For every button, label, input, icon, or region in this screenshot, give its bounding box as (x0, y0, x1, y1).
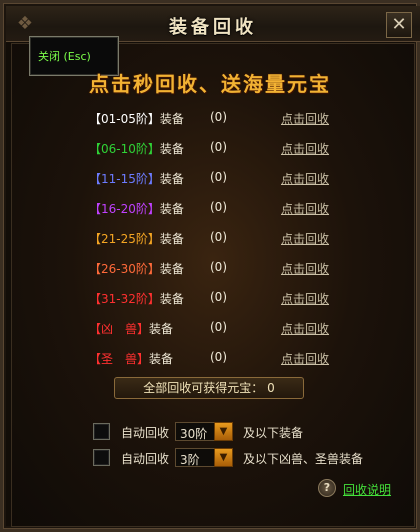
recycle-link[interactable]: 点击回收 (281, 290, 329, 307)
equipment-category: 【26-30阶】装备 (89, 260, 184, 277)
equipment-category: 【31-32阶】装备 (89, 290, 184, 307)
chevron-down-icon[interactable]: ▼ (214, 448, 233, 467)
equipment-row: 【31-32阶】装备 (0) 点击回收 (0, 288, 420, 308)
equipment-category: 【21-25阶】装备 (89, 230, 184, 247)
tier-label: 装备 (159, 202, 184, 216)
tier-range: 【16-20阶】 (89, 202, 160, 216)
recycle-link[interactable]: 点击回收 (281, 320, 329, 337)
equipment-row: 【21-25阶】装备 (0) 点击回收 (0, 228, 420, 248)
tier-range: 【凶 兽】 (89, 322, 150, 336)
tier-range: 【21-25阶】 (89, 232, 160, 246)
tier-label: 装备 (149, 352, 174, 366)
equipment-count: (0) (210, 350, 227, 364)
equipment-row: 【06-10阶】装备 (0) 点击回收 (0, 138, 420, 158)
tier-range: 【06-10阶】 (89, 142, 160, 156)
tier-range: 【11-15阶】 (89, 172, 160, 186)
total-value: 0 (267, 381, 275, 395)
promo-banner: 点击秒回收、送海量元宝 (89, 72, 331, 96)
equipment-count: (0) (210, 110, 227, 124)
auto-recycle-label-2: 自动回收 (121, 452, 170, 466)
recycle-link[interactable]: 点击回收 (281, 350, 329, 367)
equipment-count: (0) (210, 170, 227, 184)
total-yuanbao-bar: 全部回收可获得元宝： 0 (114, 377, 304, 399)
equipment-count: (0) (210, 200, 227, 214)
equipment-count: (0) (210, 320, 227, 334)
equipment-row: 【圣 兽】装备 (0) 点击回收 (0, 348, 420, 368)
equipment-count: (0) (210, 290, 227, 304)
equipment-row: 【26-30阶】装备 (0) 点击回收 (0, 258, 420, 278)
tier-range: 【01-05阶】 (89, 112, 160, 126)
equipment-row: 【凶 兽】装备 (0) 点击回收 (0, 318, 420, 338)
equipment-count: (0) (210, 230, 227, 244)
auto-recycle-level-select-2[interactable]: 3阶 ▼ (175, 448, 233, 467)
recycle-link[interactable]: 点击回收 (281, 110, 329, 127)
equipment-count: (0) (210, 140, 227, 154)
equipment-category: 【凶 兽】装备 (89, 320, 173, 337)
tier-range: 【26-30阶】 (89, 262, 160, 276)
recycle-link[interactable]: 点击回收 (281, 140, 329, 157)
tier-label: 装备 (159, 112, 184, 126)
auto-recycle-label-1: 自动回收 (121, 426, 170, 440)
equipment-category: 【16-20阶】装备 (89, 200, 184, 217)
auto-recycle-level-select-1[interactable]: 30阶 ▼ (175, 422, 233, 441)
equipment-category: 【06-10阶】装备 (89, 140, 184, 157)
tier-label: 装备 (159, 262, 184, 276)
equipment-category: 【圣 兽】装备 (89, 350, 173, 367)
tier-range: 【31-32阶】 (89, 292, 160, 306)
recycle-help-link[interactable]: 回收说明 (343, 481, 391, 498)
question-icon[interactable]: ? (318, 479, 336, 497)
close-button[interactable]: ✕ (386, 12, 412, 38)
auto-recycle-suffix-2: 及以下凶兽、圣兽装备 (243, 452, 364, 466)
recycle-link[interactable]: 点击回收 (281, 260, 329, 277)
tier-label: 装备 (149, 322, 174, 336)
select-value: 3阶 (180, 453, 200, 467)
recycle-link[interactable]: 点击回收 (281, 230, 329, 247)
equipment-category: 【01-05阶】装备 (89, 110, 184, 127)
equipment-row: 【16-20阶】装备 (0) 点击回收 (0, 198, 420, 218)
total-label: 全部回收可获得元宝： (143, 381, 264, 395)
recycle-link[interactable]: 点击回收 (281, 170, 329, 187)
select-value: 30阶 (180, 427, 208, 441)
tier-label: 装备 (159, 142, 184, 156)
chevron-down-icon[interactable]: ▼ (214, 422, 233, 441)
tier-label: 装备 (159, 292, 184, 306)
recycle-link[interactable]: 点击回收 (281, 200, 329, 217)
auto-recycle-suffix-1: 及以下装备 (243, 426, 304, 440)
equipment-category: 【11-15阶】装备 (89, 170, 184, 187)
equipment-row: 【11-15阶】装备 (0) 点击回收 (0, 168, 420, 188)
tier-label: 装备 (159, 232, 184, 246)
auto-recycle-checkbox-1[interactable] (93, 423, 110, 440)
equipment-count: (0) (210, 260, 227, 274)
equipment-row: 【01-05阶】装备 (0) 点击回收 (0, 108, 420, 128)
tier-label: 装备 (159, 172, 184, 186)
tier-range: 【圣 兽】 (89, 352, 150, 366)
auto-recycle-checkbox-2[interactable] (93, 449, 110, 466)
